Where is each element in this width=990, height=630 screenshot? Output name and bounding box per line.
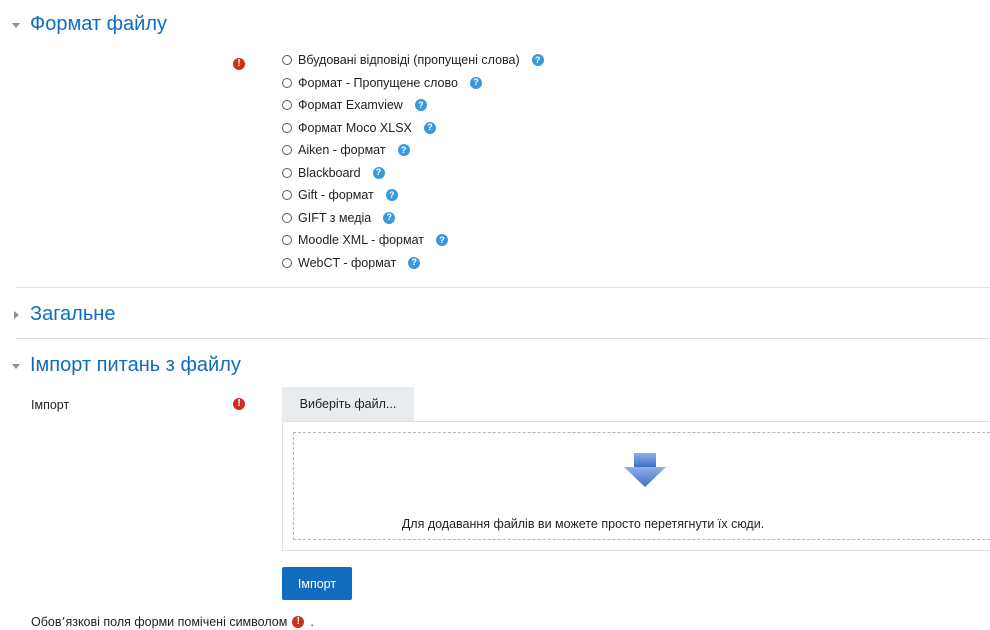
- radio-button[interactable]: [282, 257, 292, 268]
- format-option[interactable]: Blackboard?: [282, 162, 544, 185]
- help-icon[interactable]: ?: [408, 256, 421, 269]
- help-icon[interactable]: ?: [423, 121, 436, 134]
- drop-arrow-icon: [624, 453, 666, 487]
- help-icon[interactable]: ?: [385, 189, 398, 202]
- radio-button[interactable]: [282, 77, 292, 88]
- import-field-label: Імпорт: [31, 398, 70, 412]
- section-divider: [16, 338, 990, 339]
- required-icon: !: [292, 615, 305, 628]
- format-option[interactable]: Gift - формат?: [282, 184, 544, 207]
- radio-button[interactable]: [282, 167, 292, 178]
- choose-file-button[interactable]: Виберіть файл...: [282, 387, 414, 421]
- format-option[interactable]: Формат - Пропущене слово?: [282, 72, 544, 95]
- radio-button[interactable]: [282, 55, 292, 66]
- file-dropzone[interactable]: Для додавання файлів ви можете просто пе…: [293, 432, 990, 540]
- format-option-label: Вбудовані відповіді (пропущені слова): [298, 53, 520, 68]
- radio-button[interactable]: [282, 100, 292, 111]
- format-option-label: Формат - Пропущене слово: [298, 75, 458, 90]
- format-option[interactable]: Вбудовані відповіді (пропущені слова)?: [282, 49, 544, 72]
- radio-button[interactable]: [282, 122, 292, 133]
- section-general-header[interactable]: Загальне: [10, 303, 115, 326]
- drop-hint-text: Для додавання файлів ви можете просто пе…: [401, 517, 765, 531]
- help-icon[interactable]: ?: [414, 99, 427, 112]
- help-icon[interactable]: ?: [531, 54, 544, 67]
- import-submit-button[interactable]: Імпорт: [282, 567, 352, 600]
- help-icon[interactable]: ?: [397, 144, 410, 157]
- section-import-title: Імпорт питань з файлу: [30, 354, 241, 376]
- format-option-label: WebCT - формат: [298, 255, 397, 270]
- radio-button[interactable]: [282, 235, 292, 246]
- radio-button[interactable]: [282, 190, 292, 201]
- radio-button[interactable]: [282, 212, 292, 223]
- file-format-radio-group: Вбудовані відповіді (пропущені слова)? Фо…: [282, 49, 544, 274]
- format-option-label: Формат Moco XLSX: [298, 120, 412, 135]
- help-icon[interactable]: ?: [436, 234, 449, 247]
- required-icon: !: [233, 58, 245, 70]
- help-icon[interactable]: ?: [372, 166, 385, 179]
- required-note-text: Обов՚язкові поля форми помічені символом: [31, 615, 288, 629]
- required-fields-note: Обов՚язкові поля форми помічені символом…: [31, 614, 314, 630]
- format-option[interactable]: Формат Moco XLSX?: [282, 117, 544, 140]
- section-divider: [16, 287, 990, 288]
- help-icon[interactable]: ?: [383, 211, 396, 224]
- format-option[interactable]: Aiken - формат?: [282, 139, 544, 162]
- format-option-label: Формат Examview: [298, 98, 403, 113]
- required-note-suffix: .: [310, 614, 314, 629]
- expanded-triangle-icon: [10, 19, 22, 31]
- section-import-header[interactable]: Імпорт питань з файлу: [10, 354, 241, 377]
- expanded-triangle-icon: [10, 360, 22, 372]
- format-option-label: Gift - формат: [298, 188, 374, 203]
- format-option[interactable]: Moodle XML - формат?: [282, 229, 544, 252]
- format-option[interactable]: WebCT - формат?: [282, 252, 544, 275]
- format-option[interactable]: GIFT з медіа?: [282, 207, 544, 230]
- section-file-format-header[interactable]: Формат файлу: [10, 13, 167, 36]
- required-icon: !: [233, 398, 245, 410]
- format-option-label: Aiken - формат: [298, 143, 386, 158]
- format-option-label: Moodle XML - формат: [298, 233, 425, 248]
- section-file-format-title: Формат файлу: [30, 13, 168, 35]
- collapsed-triangle-icon: [10, 309, 22, 321]
- format-option-label: Blackboard: [298, 165, 361, 180]
- radio-button[interactable]: [282, 145, 292, 156]
- format-option[interactable]: Формат Examview?: [282, 94, 544, 117]
- format-option-label: GIFT з медіа: [298, 210, 372, 225]
- file-manager: Для додавання файлів ви можете просто пе…: [282, 421, 990, 551]
- section-general-title: Загальне: [30, 303, 116, 325]
- help-icon[interactable]: ?: [469, 76, 482, 89]
